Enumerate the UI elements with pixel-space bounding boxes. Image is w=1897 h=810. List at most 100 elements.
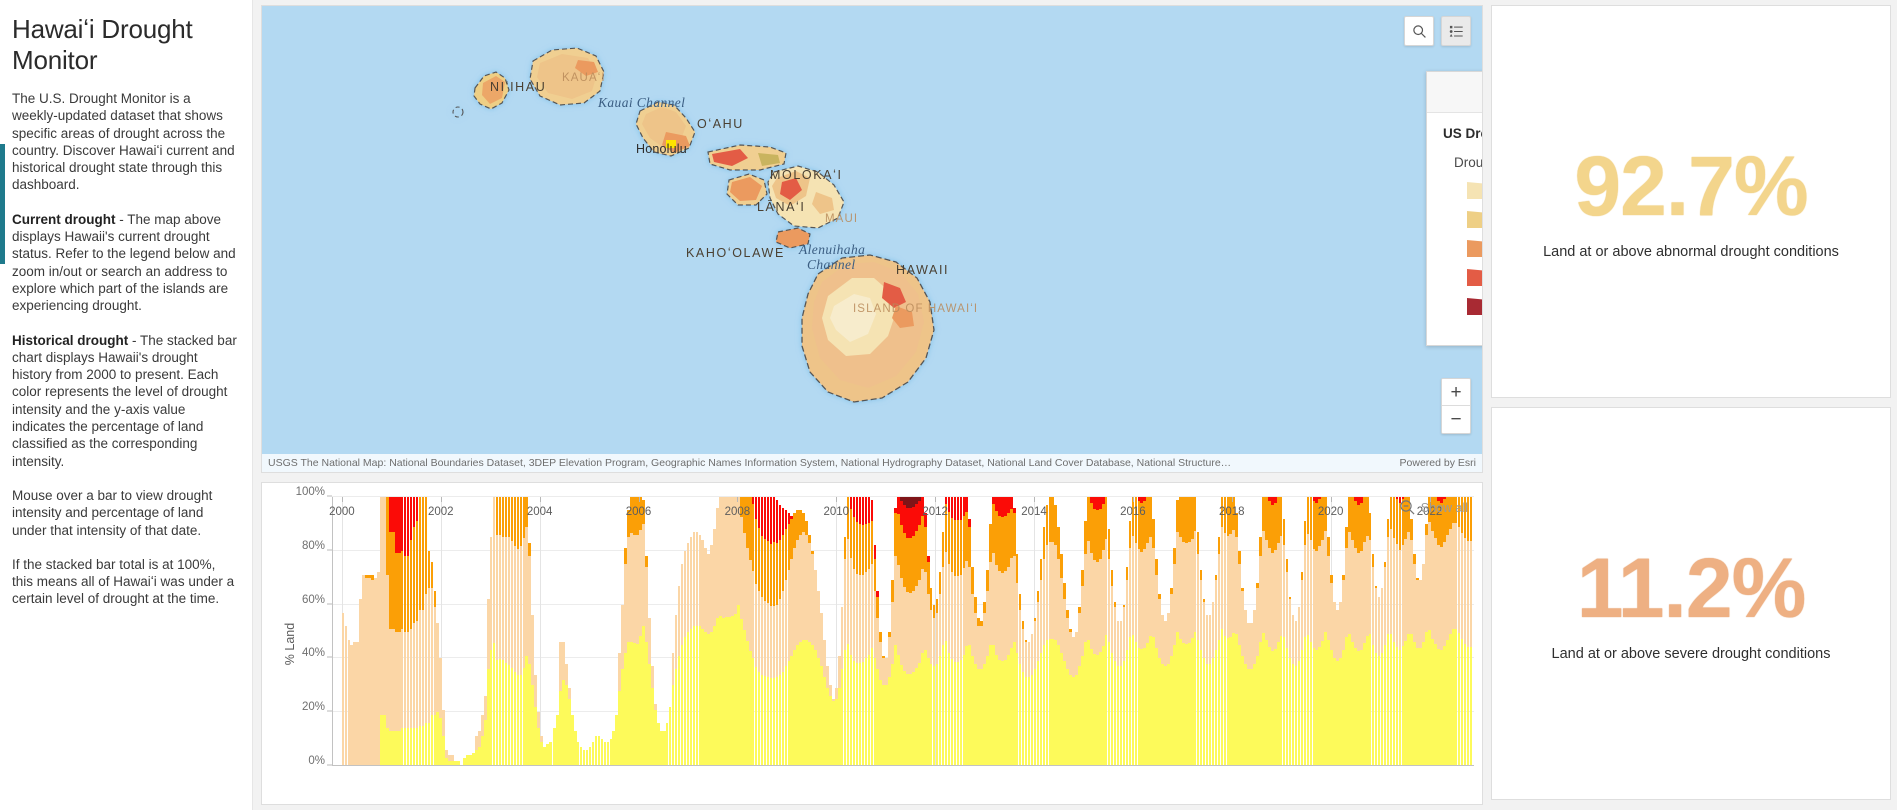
bar-segment bbox=[1371, 553, 1375, 567]
bar-segment bbox=[567, 688, 571, 699]
legend-list-icon bbox=[1449, 25, 1463, 37]
bar-segment bbox=[1012, 513, 1016, 557]
bar-segment bbox=[1063, 583, 1066, 600]
stacked-bar[interactable] bbox=[1469, 497, 1473, 766]
bar-segment bbox=[1015, 553, 1019, 584]
bar-segment bbox=[1410, 518, 1413, 541]
bar-segment bbox=[965, 497, 969, 512]
x-tick-label: 2010 bbox=[823, 506, 850, 518]
historical-drought-chart-panel: Show all % Land 0% 20% 40% 60% 80% 100% 2000 2… bbox=[261, 482, 1483, 805]
stats-column: 92.7% Land at or above abnormal drought … bbox=[1491, 5, 1891, 805]
sidebar-paragraph: Historical drought - The stacked bar cha… bbox=[12, 332, 237, 469]
bar-segment bbox=[1199, 569, 1203, 581]
stat-value-severe: 11.2% bbox=[1576, 540, 1807, 635]
y-tick-label: 0% bbox=[308, 755, 325, 767]
x-tick-mark bbox=[1132, 497, 1134, 502]
bar-segment bbox=[1196, 531, 1200, 554]
x-tick-label: 2002 bbox=[427, 506, 454, 518]
magnifier-minus-icon bbox=[1400, 500, 1415, 515]
y-tick-label: 40% bbox=[301, 647, 325, 660]
x-tick-label: 2022 bbox=[1416, 506, 1443, 518]
x-tick-mark bbox=[440, 497, 442, 502]
bar-segment bbox=[808, 534, 811, 543]
bar-segment bbox=[805, 521, 808, 535]
sidebar-paragraph-lead: Historical drought bbox=[12, 332, 129, 348]
x-tick-label: 2000 bbox=[329, 506, 355, 518]
dashboard-root: Hawaiʻi Drought Monitor The U.S. Drought… bbox=[0, 0, 1897, 810]
x-tick-mark bbox=[539, 497, 541, 502]
bar-segment bbox=[1193, 497, 1197, 532]
x-tick-label: 2020 bbox=[1317, 506, 1344, 518]
bar-segment bbox=[1413, 553, 1416, 565]
plot-area[interactable]: 0% 20% 40% 60% 80% 100% 2000 2002 2004 2006 2008 2… bbox=[296, 486, 1474, 767]
x-tick-label: 2004 bbox=[526, 506, 553, 518]
x-tick-label: 2018 bbox=[1218, 506, 1245, 518]
legend-color-swatch bbox=[1467, 298, 1482, 315]
attribution-text: USGS The National Map: National Boundari… bbox=[268, 457, 1232, 469]
legend-class-list: Abnormally Dry Moderate Drought Severe Dro… bbox=[1443, 182, 1482, 315]
zoom-in-button[interactable]: + bbox=[1442, 379, 1470, 406]
x-tick-mark bbox=[935, 497, 937, 502]
x-tick-mark bbox=[1034, 497, 1035, 502]
show-all-button[interactable]: Show all bbox=[1399, 499, 1468, 516]
x-tick-label: 2016 bbox=[1120, 506, 1146, 518]
bar-segment bbox=[1066, 609, 1069, 619]
map-panel[interactable]: NIʻIHAU KAUAʻI Kauai Channel OʻAHU Honolulu M… bbox=[261, 5, 1483, 473]
legend-color-swatch bbox=[1467, 269, 1482, 286]
x-tick-label: 2006 bbox=[625, 506, 652, 518]
y-tick-label: 100% bbox=[295, 486, 325, 498]
legend-window: Legend ✕ US Drought Current Drought Moni… bbox=[1426, 71, 1483, 346]
bar-segment bbox=[870, 499, 874, 522]
legend-class-row: Moderate Drought bbox=[1467, 211, 1482, 228]
bar-segment bbox=[879, 631, 883, 643]
map-legend-button[interactable] bbox=[1441, 16, 1471, 46]
y-tick-label: 60% bbox=[301, 593, 325, 606]
page-title: Hawaiʻi Drought Monitor bbox=[12, 14, 193, 75]
legend-class-row: Extreme Drought bbox=[1467, 269, 1482, 286]
y-tick-label: 20% bbox=[301, 701, 325, 714]
x-tick-mark bbox=[836, 497, 838, 502]
stat-card-abnormal: 92.7% Land at or above abnormal drought … bbox=[1491, 5, 1891, 398]
x-tick-mark bbox=[1330, 497, 1332, 502]
x-tick-mark bbox=[1231, 497, 1233, 502]
x-tick-label: 2012 bbox=[922, 506, 948, 518]
legend-color-swatch bbox=[1467, 211, 1482, 228]
sidebar-paragraph-lead: Current drought bbox=[12, 211, 116, 227]
legend-color-swatch bbox=[1467, 240, 1482, 257]
sidebar-paragraph: The U.S. Drought Monitor is a weekly-upd… bbox=[12, 91, 235, 193]
zoom-out-button[interactable]: − bbox=[1442, 406, 1470, 433]
sidebar-paragraph: If the stacked bar total is at 100%, thi… bbox=[12, 556, 235, 607]
bar-segment bbox=[971, 566, 974, 594]
bar-segment bbox=[1107, 529, 1111, 559]
stat-card-severe: 11.2% Land at or above severe drought co… bbox=[1491, 407, 1891, 800]
map-search-button[interactable] bbox=[1404, 16, 1434, 46]
stat-value-abnormal: 92.7% bbox=[1574, 138, 1809, 233]
search-icon bbox=[1412, 24, 1426, 38]
bar-segment bbox=[1469, 497, 1473, 541]
bar-segment bbox=[1285, 558, 1289, 573]
bar-segment bbox=[1152, 518, 1155, 549]
sidebar-paragraph: Mouse over a bar to view drought intensi… bbox=[12, 487, 213, 538]
bar-segment bbox=[968, 526, 972, 567]
x-tick-label: 2014 bbox=[1021, 506, 1047, 518]
show-all-label: Show all bbox=[1420, 500, 1468, 515]
map-attribution: USGS The National Map: National Boundari… bbox=[262, 454, 1482, 472]
x-tick-mark bbox=[638, 497, 640, 502]
legend-color-swatch bbox=[1467, 182, 1482, 199]
bar-segment bbox=[1368, 513, 1372, 541]
legend-layer-name: US Drought Current bbox=[1443, 126, 1482, 141]
map-tools bbox=[1404, 16, 1471, 46]
legend-field-name: Drought Monitor Class bbox=[1454, 155, 1483, 170]
plot-wrapper: 0% 20% 40% 60% 80% 100% 2000 2002 2004 2006 2008 2… bbox=[290, 486, 1474, 798]
x-tick-label: 2008 bbox=[724, 506, 751, 518]
bar-segment bbox=[876, 596, 880, 619]
x-axis-line bbox=[332, 765, 1474, 766]
sidebar-paragraph: Current drought - The map above displays… bbox=[12, 211, 236, 314]
legend-class-row: Abnormally Dry bbox=[1467, 182, 1482, 199]
sidebar-panel: Hawaiʻi Drought Monitor The U.S. Drought… bbox=[0, 0, 253, 810]
legend-class-row: Exceptional Drought bbox=[1467, 298, 1482, 315]
bar-segment bbox=[1060, 553, 1063, 578]
hawaii-islands-map bbox=[452, 47, 935, 403]
x-tick-mark bbox=[737, 497, 739, 502]
y-tick-mark bbox=[327, 495, 332, 497]
